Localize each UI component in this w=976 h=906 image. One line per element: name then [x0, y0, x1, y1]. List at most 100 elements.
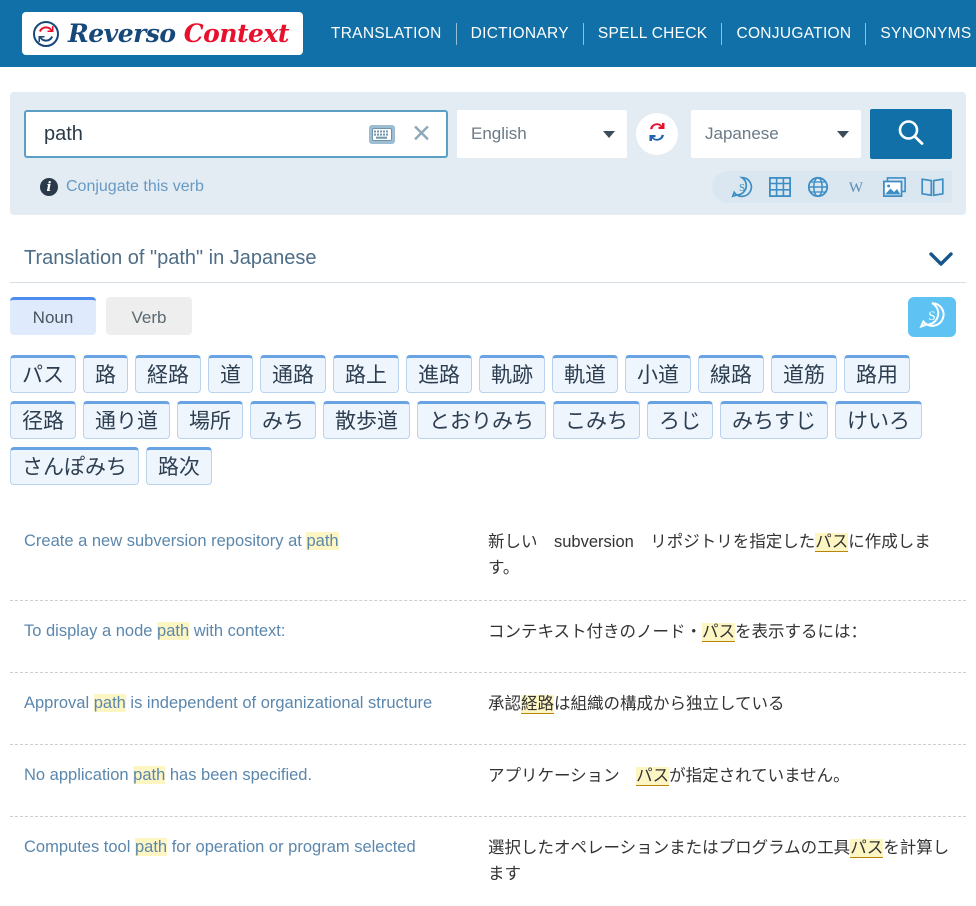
translation-chip[interactable]: けいろ: [835, 401, 922, 439]
example-source-text[interactable]: No application path has been specified.: [10, 763, 488, 798]
example-target-text[interactable]: 新しい subversion リポジトリを指定したパスに作成します。: [488, 529, 966, 582]
example-source-text[interactable]: Approval path is independent of organiza…: [10, 691, 488, 726]
example-target-text[interactable]: コンテキスト付きのノード・パスを表示するには：: [488, 619, 966, 654]
translation-chip[interactable]: 線路: [698, 355, 764, 393]
reverso-swirl-icon: [32, 20, 60, 48]
highlighted-term: path: [157, 621, 190, 640]
translation-chip[interactable]: こみち: [553, 401, 640, 439]
example-row: Computes tool path for operation or prog…: [10, 815, 966, 906]
example-target-text[interactable]: アプリケーション パスが指定されていません。: [488, 763, 966, 798]
search-button[interactable]: [870, 109, 952, 159]
wikipedia-icon[interactable]: W: [844, 175, 868, 199]
translation-chip[interactable]: 通路: [260, 355, 326, 393]
target-language-select[interactable]: Japanese: [691, 110, 861, 158]
tab-verb[interactable]: Verb: [106, 297, 192, 335]
text-segment: が指定されていません。: [669, 766, 850, 785]
highlighted-term: パス: [815, 533, 849, 552]
search-row: ✕ English Japanese: [24, 109, 952, 159]
highlighted-term: パス: [636, 766, 670, 786]
globe-icon[interactable]: [806, 175, 830, 199]
translation-chip[interactable]: 路: [83, 355, 128, 393]
translation-chip[interactable]: 散歩道: [323, 401, 410, 439]
brand-name-first: Reverso: [68, 19, 176, 48]
text-segment: is independent of organizational structu…: [125, 693, 433, 712]
example-source-text[interactable]: Create a new subversion repository at pa…: [10, 529, 488, 582]
svg-text:W: W: [849, 180, 864, 196]
chevron-down-icon: [603, 130, 615, 138]
translation-chip[interactable]: 道筋: [771, 355, 837, 393]
example-row: No application path has been specified. ア…: [10, 743, 966, 816]
svg-text:S: S: [928, 308, 935, 323]
source-language-select[interactable]: English: [457, 110, 627, 158]
chevron-down-icon: [837, 130, 849, 138]
translation-chip[interactable]: 路次: [146, 447, 212, 485]
translation-chip[interactable]: 路用: [844, 355, 910, 393]
nav-item-translation[interactable]: TRANSLATION: [317, 25, 456, 43]
example-source-text[interactable]: To display a node path with context:: [10, 619, 488, 654]
brand-logo[interactable]: Reverso Context: [22, 12, 303, 55]
translation-chip[interactable]: とおりみち: [417, 401, 546, 439]
search-box[interactable]: ✕: [24, 110, 448, 158]
nav-item-dictionary[interactable]: DICTIONARY: [457, 25, 583, 43]
translation-chip[interactable]: 進路: [406, 355, 472, 393]
nav-item-spell-check[interactable]: SPELL CHECK: [584, 25, 722, 43]
example-row: To display a node path with context: コンテキ…: [10, 599, 966, 672]
nav-item-synonyms[interactable]: SYNONYMS: [866, 25, 976, 43]
nav-item-conjugation[interactable]: CONJUGATION: [722, 25, 865, 43]
translation-chip[interactable]: 小道: [625, 355, 691, 393]
conjugate-this-verb-link[interactable]: i Conjugate this verb: [40, 178, 204, 196]
text-segment: with context:: [189, 621, 286, 640]
text-segment: 承認: [488, 694, 521, 713]
translation-chip[interactable]: 軌道: [552, 355, 618, 393]
source-language-label: English: [471, 124, 527, 143]
brand-name-second: Context: [183, 19, 290, 48]
table-icon[interactable]: [768, 175, 792, 199]
top-navigation-bar: Reverso Context TRANSLATION DICTIONARY S…: [0, 0, 976, 67]
reverso-badge-button[interactable]: S: [908, 297, 956, 337]
example-list: Create a new subversion repository at pa…: [10, 511, 966, 906]
text-segment: コンテキスト付きのノード・: [488, 622, 703, 641]
example-source-text[interactable]: Computes tool path for operation or prog…: [10, 835, 488, 888]
info-icon: i: [40, 178, 58, 196]
text-segment: 選択したオペレーションまたはプログラムの工具: [488, 838, 851, 857]
example-row: Create a new subversion repository at pa…: [10, 511, 966, 600]
virtual-keyboard-icon[interactable]: [369, 124, 396, 144]
example-target-text[interactable]: 承認経路は組織の構成から独立している: [488, 691, 966, 726]
translation-chip[interactable]: 通り道: [83, 401, 170, 439]
brand-name: Reverso Context: [68, 19, 289, 48]
swap-languages-icon: [645, 120, 669, 149]
target-language-label: Japanese: [705, 124, 779, 143]
translation-chip[interactable]: 経路: [135, 355, 201, 393]
highlighted-term: 経路: [521, 694, 554, 714]
translation-chip[interactable]: 場所: [177, 401, 243, 439]
search-sub-row: i Conjugate this verb S W: [24, 171, 952, 203]
translation-chip[interactable]: みち: [250, 401, 316, 439]
translation-chip[interactable]: さんぽみち: [10, 447, 139, 485]
reverso-badge-icon: S: [917, 300, 947, 335]
close-icon[interactable]: ✕: [407, 121, 436, 147]
conjugate-link-label: Conjugate this verb: [66, 178, 204, 195]
chevron-down-icon[interactable]: [928, 251, 954, 267]
highlighted-term: パス: [702, 622, 736, 642]
highlighted-term: path: [134, 837, 168, 856]
search-input[interactable]: [42, 121, 370, 147]
translation-result-header: Translation of "path" in Japanese: [10, 235, 966, 283]
example-row: Approval path is independent of organiza…: [10, 671, 966, 744]
reverso-icon[interactable]: S: [730, 175, 754, 199]
translation-chip[interactable]: みちすじ: [720, 401, 828, 439]
text-segment: 新しい subversion リポジトリを指定した: [488, 533, 816, 551]
translation-chip[interactable]: パス: [10, 355, 76, 393]
example-target-text[interactable]: 選択したオペレーションまたはプログラムの工具パスを計算します: [488, 835, 966, 888]
dictionary-book-icon[interactable]: [920, 175, 944, 199]
swap-languages-button[interactable]: [636, 113, 678, 155]
translation-chip[interactable]: 軌跡: [479, 355, 545, 393]
translation-chip[interactable]: ろじ: [647, 401, 713, 439]
translation-chip[interactable]: 道: [208, 355, 253, 393]
tool-icon-bar: S W: [712, 171, 952, 203]
images-icon[interactable]: [882, 175, 906, 199]
text-segment: は組織の構成から独立している: [554, 694, 785, 713]
tab-noun[interactable]: Noun: [10, 297, 96, 335]
translation-chip[interactable]: 径路: [10, 401, 76, 439]
text-segment: Approval: [24, 693, 94, 712]
translation-chip[interactable]: 路上: [333, 355, 399, 393]
